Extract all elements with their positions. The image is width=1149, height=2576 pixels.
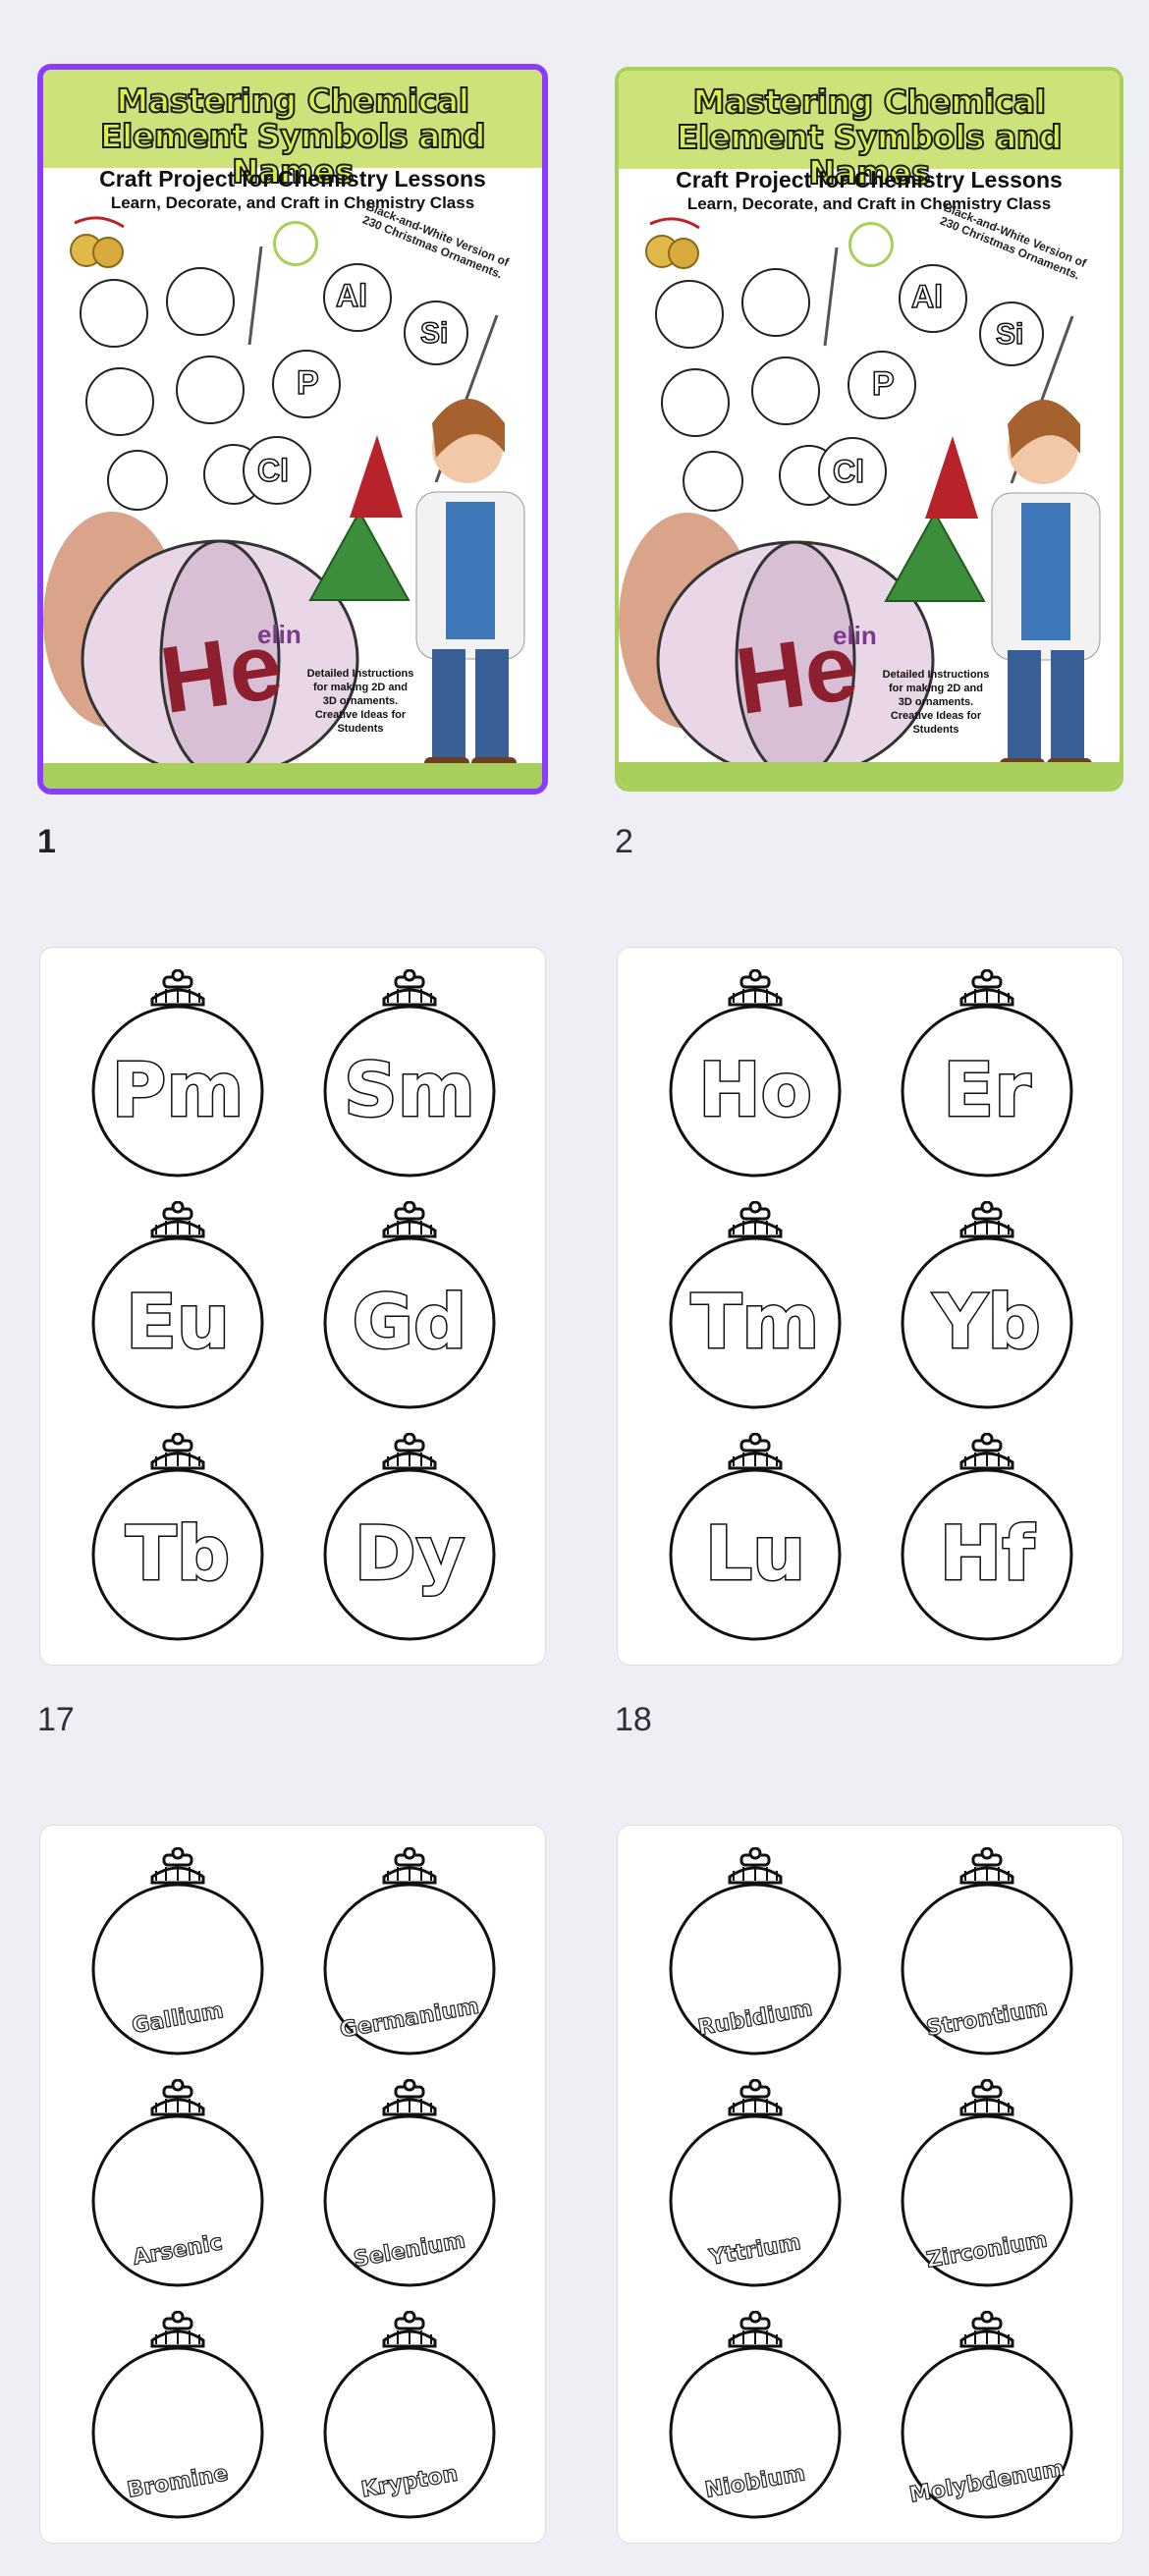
ornament: Yttrium [667, 2079, 844, 2291]
page-number-18: 18 [615, 1701, 652, 1738]
page-thumbnail-1[interactable]: Mastering Chemical Element Symbols and N… [37, 64, 548, 795]
element-symbol: Eu [124, 1277, 231, 1367]
element-symbol: Yb [932, 1277, 1042, 1367]
ornament: Selenium [321, 2079, 498, 2291]
element-symbol: Sm [343, 1045, 477, 1135]
cover-image: Mastering Chemical Element Symbols and N… [619, 71, 1120, 788]
ornament: Arsenic [89, 2079, 266, 2291]
cover-ornaments [619, 247, 1101, 780]
ornament: Gallium [89, 1847, 266, 2059]
page-number-1: 1 [37, 823, 56, 860]
ornament: Germanium [321, 1847, 498, 2059]
ornament: Hf [899, 1433, 1075, 1645]
element-symbol: Lu [703, 1508, 807, 1599]
page-number-17: 17 [37, 1701, 75, 1738]
ornament: Yb [899, 1201, 1075, 1413]
page-thumbnail-2[interactable]: Mastering Chemical Element Symbols and N… [615, 67, 1123, 792]
cover-partial-name: elin [833, 621, 877, 650]
ornament: Lu [667, 1433, 844, 1645]
ornament: Rubidium [667, 1847, 844, 2059]
cover-symbol-si: Si [419, 316, 449, 351]
ornament: Zirconium [899, 2079, 1075, 2291]
cover-symbol-p: P [871, 364, 895, 404]
cover-footer [619, 762, 1120, 788]
cover-partial-name: elin [257, 620, 301, 649]
ornament: Strontium [899, 1847, 1075, 2059]
ornament: Tm [667, 1201, 844, 1413]
page-thumbnail-18[interactable]: Ho Er Tm Yb Lu Hf [617, 947, 1123, 1666]
ornament: Er [899, 969, 1075, 1181]
element-symbol: Tm [689, 1277, 821, 1367]
ornament: Krypton [321, 2311, 498, 2523]
page-number-2: 2 [615, 823, 633, 860]
page-thumbnail-names-b[interactable]: Rubidium Strontium Yttrium Zirconium Niobium… [617, 1825, 1123, 2544]
element-symbol: Ho [697, 1045, 814, 1135]
ornament: Ho [667, 969, 844, 1181]
cover-symbol-al: Al [335, 277, 368, 314]
ornament: Molybdenum [899, 2311, 1075, 2523]
cover-ornaments [43, 246, 525, 779]
page-thumbnail-names-a[interactable]: Gallium Germanium Arsenic Selenium Bromine Kr… [39, 1825, 546, 2544]
cover-symbol-cl: Cl [832, 453, 865, 490]
cover-symbol-cl: Cl [256, 452, 290, 489]
element-symbol: Hf [938, 1508, 1036, 1599]
ornament: Gd [321, 1201, 498, 1413]
element-symbol: Dy [353, 1508, 466, 1599]
ornament: Tb [89, 1433, 266, 1645]
cover-image: Mastering Chemical Element Symbols and N… [43, 70, 542, 789]
element-symbol: Gd [351, 1277, 468, 1367]
ornament: Dy [321, 1433, 498, 1645]
ornament: Pm [89, 969, 266, 1181]
cover-details: Detailed Instructions for making 2D and … [882, 669, 990, 736]
element-symbol: Pm [110, 1045, 246, 1135]
element-symbol: Er [942, 1045, 1032, 1135]
cover-details: Detailed Instructions for making 2D and … [306, 668, 414, 735]
cover-symbol-al: Al [910, 278, 944, 315]
element-symbol: Tb [124, 1508, 231, 1599]
page-thumbnail-17[interactable]: Pm Sm Eu Gd Tb Dy [39, 947, 546, 1666]
ornament: Sm [321, 969, 498, 1181]
cover-symbol-p: P [296, 363, 319, 403]
cover-symbol-si: Si [995, 317, 1024, 352]
ornament: Bromine [89, 2311, 266, 2523]
ornament: Niobium [667, 2311, 844, 2523]
ornament: Eu [89, 1201, 266, 1413]
cover-footer [43, 763, 542, 789]
